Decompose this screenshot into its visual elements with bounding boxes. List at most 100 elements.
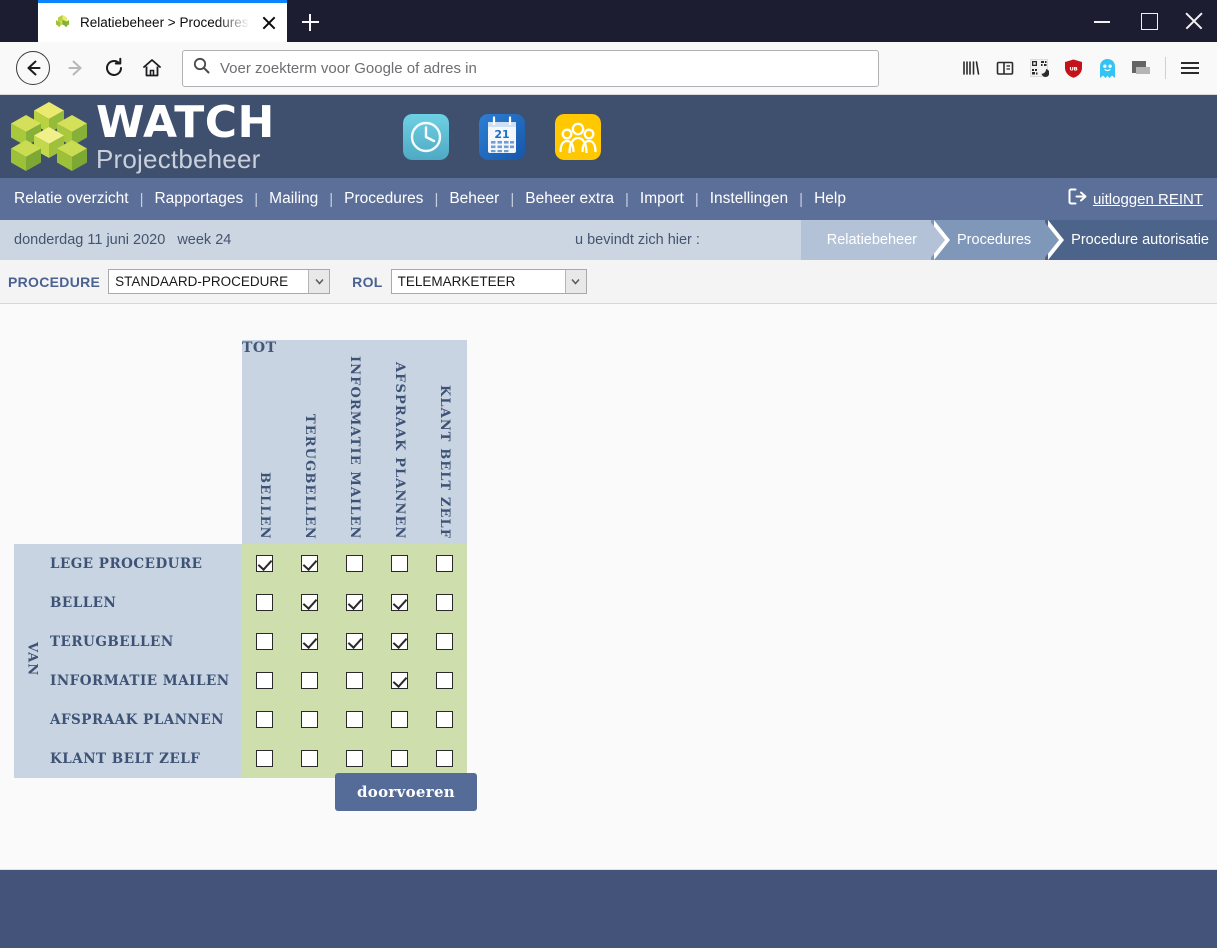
matrix-checkbox-0-2[interactable] (346, 555, 363, 573)
matrix-cell-4-2[interactable] (332, 700, 377, 740)
people-icon[interactable] (554, 113, 601, 160)
address-bar[interactable]: Voer zoekterm voor Google of adres in (182, 49, 879, 87)
matrix-cell-3-4[interactable] (422, 661, 467, 701)
home-button[interactable] (134, 50, 170, 86)
matrix-checkbox-4-0[interactable] (256, 711, 273, 729)
matrix-checkbox-3-1[interactable] (301, 672, 318, 690)
matrix-cell-4-1[interactable] (287, 700, 332, 740)
matrix-checkbox-2-2[interactable] (346, 633, 363, 651)
matrix-cell-2-2[interactable] (332, 622, 377, 662)
procedure-select[interactable]: STANDAARD-PROCEDURE (108, 269, 331, 294)
matrix-cell-2-3[interactable] (377, 622, 422, 662)
matrix-checkbox-4-1[interactable] (301, 711, 318, 729)
matrix-cell-0-3[interactable] (377, 544, 422, 584)
matrix-checkbox-5-1[interactable] (301, 750, 318, 768)
matrix-checkbox-1-1[interactable] (301, 594, 318, 612)
matrix-checkbox-3-2[interactable] (346, 672, 363, 690)
matrix-checkbox-2-3[interactable] (391, 633, 408, 651)
matrix-checkbox-5-4[interactable] (436, 750, 453, 768)
matrix-cell-3-0[interactable] (242, 661, 287, 701)
calendar-icon[interactable]: 21 (478, 113, 525, 160)
matrix-cell-3-1[interactable] (287, 661, 332, 701)
matrix-cell-4-3[interactable] (377, 700, 422, 740)
matrix-checkbox-2-4[interactable] (436, 633, 453, 651)
matrix-checkbox-5-3[interactable] (391, 750, 408, 768)
matrix-checkbox-1-2[interactable] (346, 594, 363, 612)
matrix-checkbox-4-3[interactable] (391, 711, 408, 729)
nav-item-relatie-overzicht[interactable]: Relatie overzicht (14, 190, 129, 208)
matrix-cell-1-2[interactable] (332, 583, 377, 623)
minimize-icon[interactable] (1079, 0, 1125, 42)
matrix-cell-0-2[interactable] (332, 544, 377, 584)
matrix-checkbox-3-3[interactable] (391, 672, 408, 690)
chevron-down-icon (564, 270, 586, 293)
ghostery-ghost-icon[interactable] (1090, 51, 1124, 85)
matrix-cell-2-4[interactable] (422, 622, 467, 662)
matrix-cell-5-0[interactable] (242, 739, 287, 779)
forward-button[interactable] (58, 50, 94, 86)
matrix-cell-4-4[interactable] (422, 700, 467, 740)
matrix-cell-3-2[interactable] (332, 661, 377, 701)
matrix-cell-5-1[interactable] (287, 739, 332, 779)
matrix-checkbox-0-4[interactable] (436, 555, 453, 573)
matrix-cell-2-1[interactable] (287, 622, 332, 662)
logout-link[interactable]: uitloggen REINT (1068, 188, 1203, 210)
sign-out-icon (1068, 188, 1087, 210)
matrix-checkbox-5-0[interactable] (256, 750, 273, 768)
nav-item-mailing[interactable]: Mailing (269, 190, 318, 208)
matrix-checkbox-0-1[interactable] (301, 555, 318, 573)
nav-item-beheer-extra[interactable]: Beheer extra (525, 190, 614, 208)
matrix-checkbox-1-3[interactable] (391, 594, 408, 612)
nav-item-help[interactable]: Help (814, 190, 846, 208)
matrix-cell-4-0[interactable] (242, 700, 287, 740)
matrix-cell-1-1[interactable] (287, 583, 332, 623)
matrix-checkbox-5-2[interactable] (346, 750, 363, 768)
matrix-row-header-2: TERUGBELLEN (50, 622, 242, 662)
matrix-checkbox-1-0[interactable] (256, 594, 273, 612)
week-number: week 24 (177, 232, 232, 248)
nav-item-procedures[interactable]: Procedures (344, 190, 423, 208)
clock-icon[interactable] (402, 113, 449, 160)
procedure-label: PROCEDURE (8, 273, 101, 290)
matrix-corner-blank (14, 340, 50, 544)
matrix-cell-0-1[interactable] (287, 544, 332, 584)
matrix-cell-0-4[interactable] (422, 544, 467, 584)
library-icon[interactable] (954, 51, 988, 85)
matrix-cell-0-0[interactable] (242, 544, 287, 584)
window-close-icon[interactable] (1171, 0, 1217, 42)
browser-tab[interactable]: Relatiebeheer > Procedures > P (38, 3, 287, 42)
new-tab-button[interactable] (291, 3, 329, 41)
matrix-cell-3-3[interactable] (377, 661, 422, 701)
matrix-cell-2-0[interactable] (242, 622, 287, 662)
gray-square-icon[interactable] (1124, 51, 1158, 85)
nav-item-rapportages[interactable]: Rapportages (154, 190, 243, 208)
matrix-checkbox-4-4[interactable] (436, 711, 453, 729)
matrix-checkbox-0-0[interactable] (256, 555, 273, 573)
matrix-checkbox-3-4[interactable] (436, 672, 453, 690)
matrix-checkbox-2-1[interactable] (301, 633, 318, 651)
site-logo[interactable]: WATCH Projectbeheer (0, 98, 275, 176)
matrix-checkbox-4-2[interactable] (346, 711, 363, 729)
nav-item-import[interactable]: Import (640, 190, 684, 208)
matrix-checkbox-1-4[interactable] (436, 594, 453, 612)
sidebar-icon[interactable] (988, 51, 1022, 85)
qrcode-icon[interactable] (1022, 51, 1056, 85)
reload-button[interactable] (96, 50, 132, 86)
rol-select[interactable]: TELEMARKETEER (390, 269, 587, 294)
ublock-shield-icon[interactable]: ᴜʙ (1056, 51, 1090, 85)
matrix-cell-1-0[interactable] (242, 583, 287, 623)
close-icon[interactable] (257, 11, 281, 35)
matrix-cell-1-3[interactable] (377, 583, 422, 623)
nav-item-beheer[interactable]: Beheer (449, 190, 499, 208)
nav-item-instellingen[interactable]: Instellingen (710, 190, 788, 208)
maximize-icon[interactable] (1125, 0, 1171, 42)
matrix-checkbox-3-0[interactable] (256, 672, 273, 690)
matrix-checkbox-0-3[interactable] (391, 555, 408, 573)
doorvoeren-button[interactable]: doorvoeren (335, 773, 478, 811)
matrix-row-header-5: KLANT BELT ZELF (50, 739, 242, 779)
breadcrumb-item-relatiebeheer[interactable]: Relatiebeheer (800, 220, 951, 260)
back-button[interactable] (16, 51, 50, 85)
matrix-cell-1-4[interactable] (422, 583, 467, 623)
matrix-checkbox-2-0[interactable] (256, 633, 273, 651)
app-menu-button[interactable] (1173, 51, 1207, 85)
